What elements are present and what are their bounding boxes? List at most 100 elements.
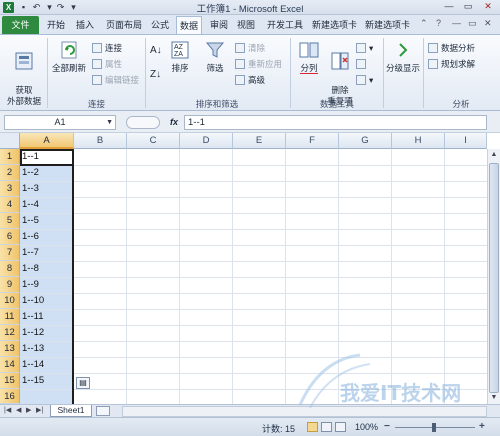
minimize-icon[interactable]: —	[440, 0, 458, 13]
column-header-C[interactable]: C	[127, 133, 180, 149]
page-layout-view-icon[interactable]	[321, 422, 332, 432]
paste-options-icon[interactable]: ▤	[76, 377, 90, 389]
get-external-data-button[interactable]: 获取 外部数据	[3, 39, 45, 107]
zoom-level[interactable]: 100%	[355, 422, 378, 432]
data-validation-icon[interactable]: ▾	[356, 43, 373, 54]
maximize-icon[interactable]: ▭	[459, 0, 477, 13]
prev-sheet-icon[interactable]: ◀	[16, 406, 21, 414]
cell-A13[interactable]: 1--13	[22, 341, 72, 357]
tab-formulas[interactable]: 公式	[151, 18, 169, 31]
filter-button[interactable]: 筛选	[200, 39, 230, 74]
zoom-in-icon[interactable]: +	[479, 421, 485, 432]
worksheet-grid[interactable]: A B C D E F G H I 1 2 3 4 5 6 7 8 9 10 1…	[0, 133, 500, 404]
tab-data[interactable]: 数据	[176, 16, 203, 37]
zoom-out-icon[interactable]: −	[384, 421, 390, 432]
solver-button[interactable]: 规划求解	[428, 59, 475, 70]
column-header-H[interactable]: H	[392, 133, 445, 149]
properties-button[interactable]: 属性	[92, 59, 122, 70]
cell-A2[interactable]: 1--2	[22, 165, 72, 181]
connections-button[interactable]: 连接	[92, 43, 122, 54]
insert-function-icon[interactable]: fx	[170, 117, 178, 127]
remove-duplicates-button[interactable]: 删除 重复项	[326, 39, 354, 107]
row-header[interactable]: 2	[0, 165, 20, 181]
consolidate-icon[interactable]	[356, 59, 369, 70]
workbook-restore-icon[interactable]: ▭	[468, 18, 477, 29]
row-header[interactable]: 13	[0, 341, 20, 357]
cell-A15[interactable]: 1--15	[22, 373, 72, 389]
text-to-columns-button[interactable]: 分列	[294, 39, 324, 74]
cell-A7[interactable]: 1--7	[22, 245, 72, 261]
refresh-all-button[interactable]: 全部刷新	[49, 39, 89, 74]
column-header-A[interactable]: A	[20, 133, 74, 149]
scrollbar-thumb[interactable]	[489, 163, 499, 393]
cell-A9[interactable]: 1--9	[22, 277, 72, 293]
close-icon[interactable]: ✕	[478, 0, 498, 13]
sort-asc-icon[interactable]: A↓	[150, 45, 162, 56]
help-icon[interactable]: ?	[436, 18, 441, 28]
column-header-G[interactable]: G	[339, 133, 392, 149]
cell-A12[interactable]: 1--12	[22, 325, 72, 341]
next-sheet-icon[interactable]: ▶	[26, 406, 31, 414]
row-header[interactable]: 10	[0, 293, 20, 309]
tab-new-1[interactable]: 新建选项卡	[312, 18, 357, 31]
cell-A1[interactable]: 1--1	[22, 149, 72, 165]
row-header[interactable]: 6	[0, 229, 20, 245]
workbook-minimize-icon[interactable]: —	[452, 18, 461, 28]
tab-review[interactable]: 审阅	[210, 18, 228, 31]
tab-view[interactable]: 视图	[237, 18, 255, 31]
name-box-dropdown-icon[interactable]: ▼	[106, 116, 113, 129]
cell-A4[interactable]: 1--4	[22, 197, 72, 213]
vertical-scrollbar[interactable]: ▲ ▼	[487, 149, 500, 404]
row-header[interactable]: 16	[0, 389, 20, 404]
cell-A5[interactable]: 1--5	[22, 213, 72, 229]
outline-button[interactable]: 分级显示	[385, 39, 421, 74]
row-header[interactable]: 9	[0, 277, 20, 293]
normal-view-icon[interactable]	[307, 422, 318, 432]
column-header-B[interactable]: B	[74, 133, 127, 149]
scroll-down-icon[interactable]: ▼	[488, 392, 500, 404]
workbook-close-icon[interactable]: ✕	[484, 18, 492, 29]
row-header[interactable]: 15	[0, 373, 20, 389]
tab-new-2[interactable]: 新建选项卡	[365, 18, 410, 31]
clear-button[interactable]: 清除	[235, 43, 265, 54]
column-header-E[interactable]: E	[233, 133, 286, 149]
row-header[interactable]: 8	[0, 261, 20, 277]
row-header[interactable]: 14	[0, 357, 20, 373]
column-header-I[interactable]: I	[445, 133, 487, 149]
sheet-tab-sheet1[interactable]: Sheet1	[50, 405, 92, 417]
row-header[interactable]: 4	[0, 197, 20, 213]
column-header-D[interactable]: D	[180, 133, 233, 149]
name-box[interactable]: A1 ▼	[4, 115, 116, 130]
cell-A3[interactable]: 1--3	[22, 181, 72, 197]
cell-A6[interactable]: 1--6	[22, 229, 72, 245]
scroll-up-icon[interactable]: ▲	[488, 149, 500, 161]
zoom-slider-handle[interactable]	[432, 423, 436, 432]
tab-page-layout[interactable]: 页面布局	[106, 18, 142, 31]
formula-input[interactable]: 1--1	[184, 115, 487, 130]
last-sheet-icon[interactable]: ▶|	[36, 406, 43, 414]
row-header[interactable]: 7	[0, 245, 20, 261]
row-header[interactable]: 1	[0, 149, 20, 165]
row-header[interactable]: 5	[0, 213, 20, 229]
edit-links-button[interactable]: 编辑链接	[92, 75, 139, 86]
row-header[interactable]: 3	[0, 181, 20, 197]
column-header-F[interactable]: F	[286, 133, 339, 149]
tab-home[interactable]: 开始	[47, 18, 65, 31]
cell-A11[interactable]: 1--11	[22, 309, 72, 325]
row-header[interactable]: 12	[0, 325, 20, 341]
tab-insert[interactable]: 插入	[76, 18, 94, 31]
advanced-filter-button[interactable]: 高级	[235, 75, 265, 86]
what-if-icon[interactable]: ▾	[356, 75, 373, 86]
ribbon-minimize-icon[interactable]: ⌃	[420, 18, 428, 29]
sort-button[interactable]: AZ ZA 排序	[167, 39, 193, 74]
cell-A10[interactable]: 1--10	[22, 293, 72, 309]
first-sheet-icon[interactable]: |◀	[4, 406, 11, 414]
row-header[interactable]: 11	[0, 309, 20, 325]
data-analysis-button[interactable]: 数据分析	[428, 43, 475, 54]
cell-A8[interactable]: 1--8	[22, 261, 72, 277]
reapply-button[interactable]: 重新应用	[235, 59, 282, 70]
cell-A14[interactable]: 1--14	[22, 357, 72, 373]
sort-desc-icon[interactable]: Z↓	[150, 69, 161, 80]
select-all-corner[interactable]	[0, 133, 20, 149]
insert-sheet-icon[interactable]	[96, 406, 110, 416]
